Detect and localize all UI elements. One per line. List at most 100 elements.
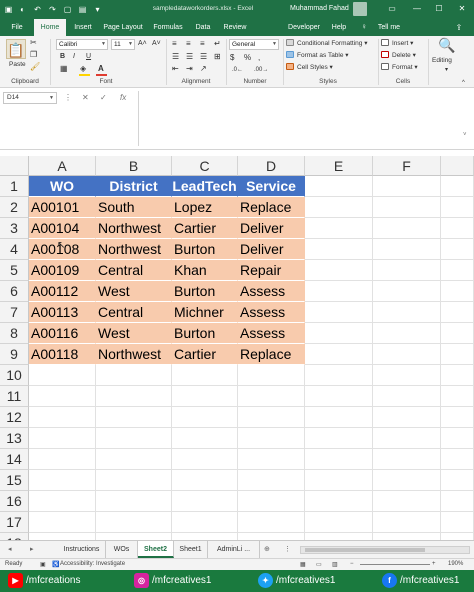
scrollbar-thumb[interactable] <box>305 548 425 552</box>
empty-cell[interactable] <box>305 386 373 407</box>
empty-cell[interactable] <box>305 449 373 470</box>
table-cell[interactable]: Central <box>96 260 172 281</box>
empty-cell[interactable] <box>373 470 441 491</box>
empty-cell[interactable] <box>441 281 474 302</box>
empty-cell[interactable] <box>305 470 373 491</box>
table-cell[interactable]: Burton <box>172 323 238 344</box>
table-header-cell[interactable]: LeadTech <box>172 176 238 197</box>
row-header[interactable]: 18 <box>0 533 29 540</box>
table-cell[interactable]: A00118 <box>29 344 96 365</box>
empty-cell[interactable] <box>441 260 474 281</box>
paste-icon[interactable]: 📋 <box>6 39 26 59</box>
table-cell[interactable]: A00116 <box>29 323 96 344</box>
empty-cell[interactable] <box>305 260 373 281</box>
empty-cell[interactable] <box>305 281 373 302</box>
table-cell[interactable]: Cartier <box>172 218 238 239</box>
accounting-format-icon[interactable]: $ <box>230 53 234 63</box>
underline-button[interactable]: U <box>86 52 91 62</box>
column-header[interactable]: A <box>29 156 96 176</box>
row-header[interactable]: 8 <box>0 323 29 344</box>
empty-cell[interactable] <box>305 428 373 449</box>
formula-input[interactable] <box>138 91 470 146</box>
empty-cell[interactable] <box>96 365 172 386</box>
cut-icon[interactable]: ✂ <box>30 38 37 48</box>
row-header[interactable]: 14 <box>0 449 29 470</box>
table-header-cell[interactable]: District <box>96 176 172 197</box>
row-header[interactable]: 11 <box>0 386 29 407</box>
name-box[interactable]: D14 ▼ <box>3 92 57 104</box>
empty-cell[interactable] <box>238 533 305 540</box>
table-cell[interactable]: A00101 <box>29 197 96 218</box>
row-header[interactable]: 1 <box>0 176 29 197</box>
close-icon[interactable]: ✕ <box>455 3 469 15</box>
more-options-icon[interactable]: ⋮ <box>64 93 72 102</box>
delete-cells-button[interactable]: Delete ▾ <box>381 51 416 61</box>
find-icon[interactable]: 🔍 <box>438 38 455 52</box>
comma-style-icon[interactable]: , <box>258 53 260 63</box>
empty-cell[interactable] <box>441 176 474 197</box>
sheet-tab-sheet2[interactable]: Sheet2 <box>138 541 174 558</box>
row-header[interactable]: 2 <box>0 197 29 218</box>
expand-formula-bar-icon[interactable]: ˅ <box>463 132 467 138</box>
column-header-partial[interactable] <box>441 156 474 176</box>
table-cell[interactable]: Assess <box>238 323 305 344</box>
column-header[interactable]: D <box>238 156 305 176</box>
align-center-icon[interactable]: ☰ <box>186 52 193 62</box>
table-cell[interactable]: Khan <box>172 260 238 281</box>
table-cell[interactable]: Replace <box>238 344 305 365</box>
empty-cell[interactable] <box>305 365 373 386</box>
table-cell[interactable]: Lopez <box>172 197 238 218</box>
scroll-tabs-left-icon[interactable]: ◂ <box>8 545 12 553</box>
table-cell[interactable]: West <box>96 323 172 344</box>
insert-function-icon[interactable]: fx <box>120 93 126 102</box>
align-left-icon[interactable]: ☰ <box>172 52 179 62</box>
row-header[interactable]: 5 <box>0 260 29 281</box>
empty-cell[interactable] <box>373 491 441 512</box>
increase-font-icon[interactable]: A˄ <box>138 39 147 49</box>
empty-cell[interactable] <box>29 449 96 470</box>
empty-cell[interactable] <box>373 449 441 470</box>
ribbon-display-icon[interactable]: ▭ <box>385 3 399 15</box>
table-cell[interactable]: A00104 <box>29 218 96 239</box>
column-header[interactable]: B <box>96 156 172 176</box>
new-file-icon[interactable]: ▢ <box>62 4 73 15</box>
empty-cell[interactable] <box>305 491 373 512</box>
sheet-tab-sheet1[interactable]: Sheet1 <box>174 541 208 558</box>
user-name[interactable]: Muhammad Fahad <box>290 5 349 12</box>
empty-cell[interactable] <box>441 197 474 218</box>
normal-view-icon[interactable]: ▦ <box>300 561 306 568</box>
table-cell[interactable]: Michner <box>172 302 238 323</box>
number-format-combo[interactable]: General ▼ <box>229 39 279 50</box>
empty-cell[interactable] <box>305 176 373 197</box>
sheet-tab-instructions[interactable]: Instructions <box>58 541 106 558</box>
table-cell[interactable]: Burton <box>172 239 238 260</box>
empty-cell[interactable] <box>172 470 238 491</box>
empty-cell[interactable] <box>238 386 305 407</box>
tab-tell-me[interactable]: Tell me <box>372 19 406 36</box>
cell-styles-button[interactable]: Cell Styles ▾ <box>286 63 333 73</box>
empty-cell[interactable] <box>441 512 474 533</box>
empty-cell[interactable] <box>373 365 441 386</box>
empty-cell[interactable] <box>305 302 373 323</box>
empty-cell[interactable] <box>305 323 373 344</box>
customize-qat-icon[interactable]: ▾ <box>92 4 103 15</box>
empty-cell[interactable] <box>238 407 305 428</box>
empty-cell[interactable] <box>238 491 305 512</box>
empty-cell[interactable] <box>96 386 172 407</box>
table-cell[interactable]: Repair <box>238 260 305 281</box>
wrap-text-icon[interactable]: ↵ <box>214 39 221 49</box>
column-header[interactable]: E <box>305 156 373 176</box>
empty-cell[interactable] <box>29 386 96 407</box>
horizontal-scrollbar[interactable] <box>300 546 470 554</box>
table-cell[interactable]: Central <box>96 302 172 323</box>
spreadsheet-grid[interactable]: A B C D E F 1 WO District LeadTech Service 2 A00101 S… <box>0 156 474 540</box>
table-cell[interactable]: Northwest <box>96 344 172 365</box>
copy-icon[interactable]: ❐ <box>30 50 37 60</box>
table-cell[interactable]: Replace <box>238 197 305 218</box>
table-cell[interactable]: A00109 <box>29 260 96 281</box>
empty-cell[interactable] <box>373 407 441 428</box>
table-cell[interactable]: A00112 <box>29 281 96 302</box>
table-header-cell[interactable]: WO <box>29 176 96 197</box>
empty-cell[interactable] <box>373 344 441 365</box>
tab-formulas[interactable]: Formulas <box>148 19 188 36</box>
